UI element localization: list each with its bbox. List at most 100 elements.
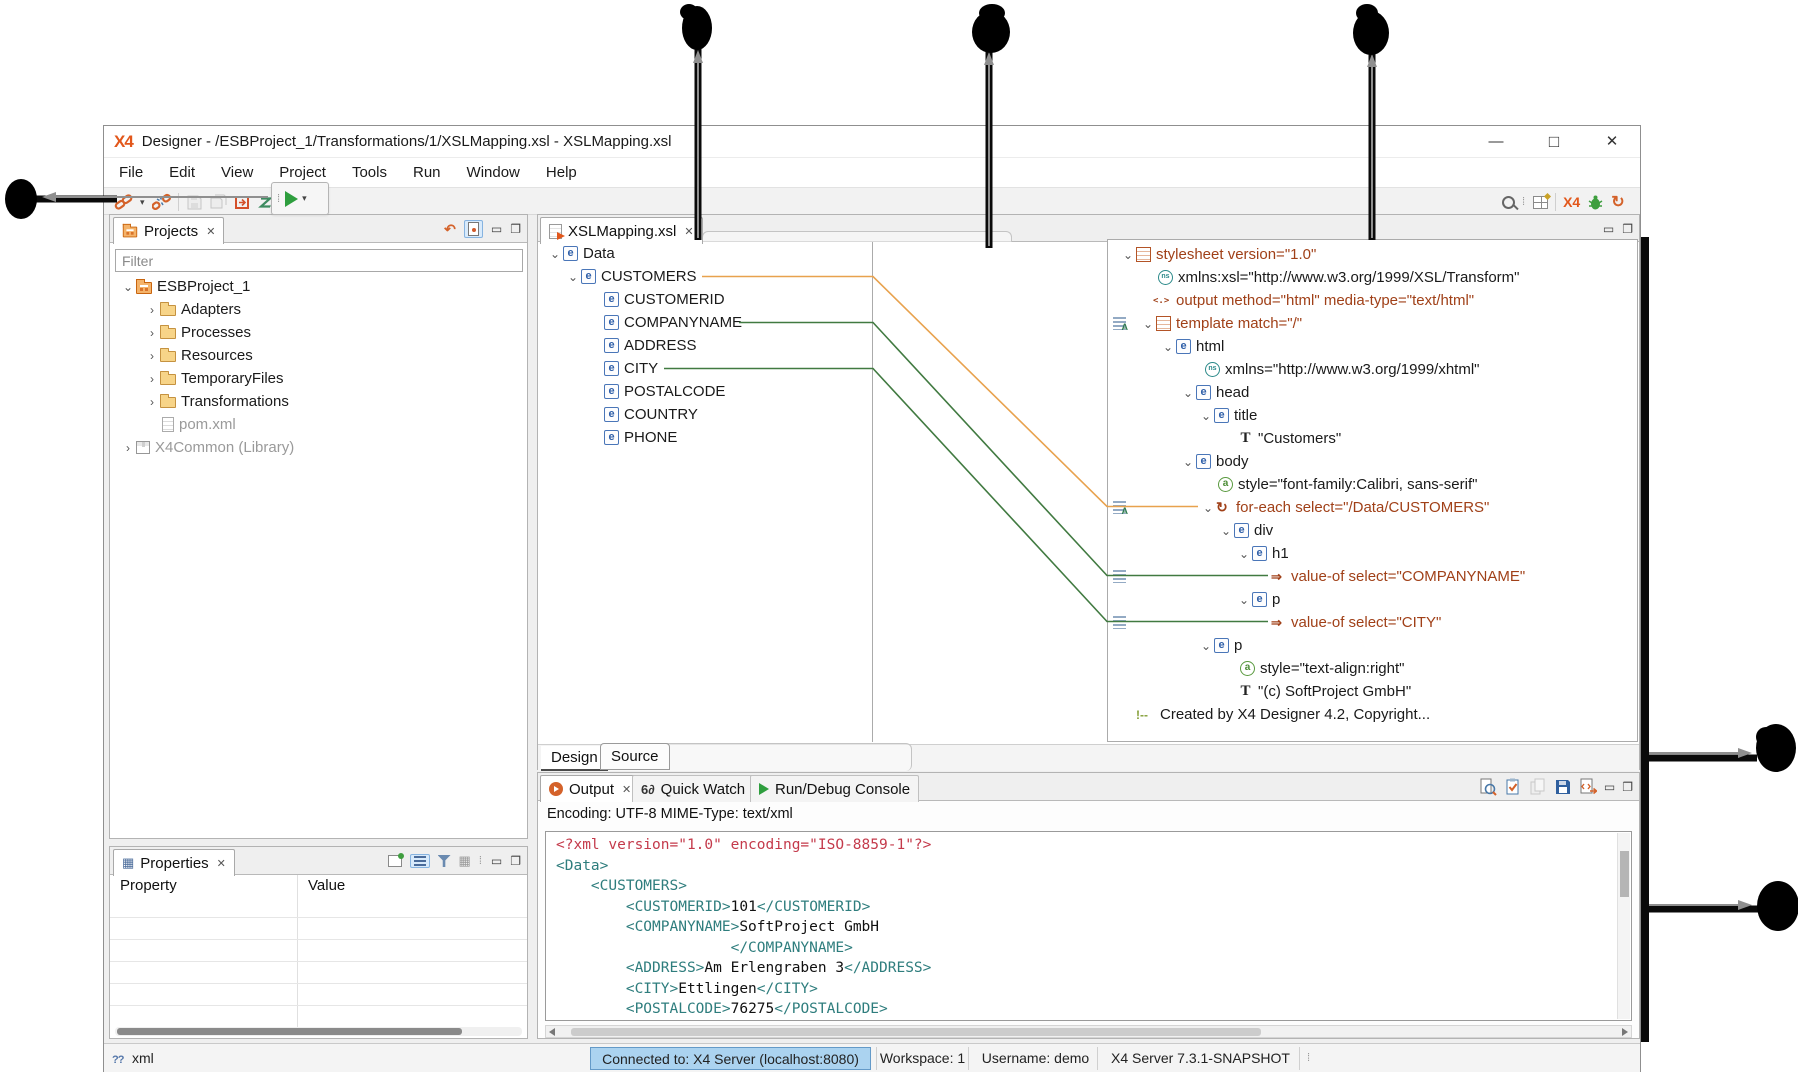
unlink-icon[interactable] [152, 193, 171, 211]
show-categories-icon[interactable]: ▦ [459, 853, 471, 869]
scrollbar-thumb[interactable] [1620, 851, 1629, 897]
h1-node[interactable]: ⌄eh1 [1108, 542, 1637, 565]
close-tab-icon[interactable]: ✕ [206, 225, 215, 238]
copyright-text-node[interactable]: T"(c) SoftProject GmbH" [1108, 680, 1637, 703]
xmlns-node[interactable]: nsxmlns="http://www.w3.org/1999/xhtml" [1108, 358, 1637, 381]
chevron-down-icon[interactable]: ⌄ [1120, 250, 1136, 260]
tree-item-adapters[interactable]: ›Adapters [110, 298, 527, 321]
menu-help[interactable]: Help [533, 164, 590, 181]
text-node[interactable]: T"Customers" [1108, 427, 1637, 450]
phone-node[interactable]: ePHONE [540, 426, 872, 449]
tree-item-transformations[interactable]: ›Transformations [110, 390, 527, 413]
link-dropdown-icon[interactable]: ▾ [140, 197, 145, 208]
chevron-right-icon[interactable]: › [144, 328, 160, 338]
scrollbar-thumb[interactable] [571, 1028, 1261, 1036]
body-node[interactable]: ⌄ebody [1108, 450, 1637, 473]
title-node[interactable]: ⌄etitle [1108, 404, 1637, 427]
minimize-panel-icon[interactable]: ▭ [1604, 777, 1615, 797]
tab-output[interactable]: Output ✕ [540, 775, 640, 802]
minimize-panel-icon[interactable]: ▭ [491, 219, 502, 239]
deploy-icon[interactable] [234, 194, 251, 211]
country-node[interactable]: eCOUNTRY [540, 403, 872, 426]
tree-item-x4common[interactable]: ›X4Common (Library) [110, 436, 527, 459]
chevron-down-icon[interactable]: ⌄ [1180, 457, 1196, 467]
style-right-node[interactable]: astyle="text-align:right" [1108, 657, 1637, 680]
chevron-right-icon[interactable]: › [144, 305, 160, 315]
column-header-value[interactable]: Value [308, 877, 345, 894]
view-menu-icon[interactable]: ⁞ [479, 855, 483, 867]
output-xml-view[interactable]: <?xml version="1.0" encoding="ISO-8859-1… [545, 831, 1632, 1021]
tab-quick-watch[interactable]: 6∂ Quick Watch [632, 775, 754, 802]
scrollbar-thumb[interactable] [117, 1028, 462, 1035]
chevron-down-icon[interactable]: ⌄ [1218, 526, 1234, 536]
chevron-down-icon[interactable]: ⌄ [1236, 549, 1252, 559]
close-icon[interactable]: ✕ [1595, 126, 1629, 157]
div-node[interactable]: ⌄ediv [1108, 519, 1637, 542]
style-attr-node[interactable]: astyle="font-family:Calibri, sans-serif" [1108, 473, 1637, 496]
maximize-panel-icon[interactable]: ❐ [510, 219, 521, 239]
link-icon[interactable] [114, 193, 133, 211]
postalcode-node[interactable]: ePOSTALCODE [540, 380, 872, 403]
save-all-icon[interactable] [210, 194, 227, 211]
chevron-down-icon[interactable]: ⌄ [120, 282, 136, 292]
chevron-right-icon[interactable]: › [120, 443, 136, 453]
customers-node[interactable]: ⌄eCUSTOMERS [540, 265, 872, 288]
head-node[interactable]: ⌄ehead [1108, 381, 1637, 404]
chevron-down-icon[interactable]: ⌄ [1200, 503, 1216, 513]
chevron-down-icon[interactable]: ⌄ [1160, 342, 1176, 352]
value-of-city-node[interactable]: ⇒value-of select="CITY" [1108, 611, 1637, 634]
export-xml-icon[interactable] [1579, 778, 1597, 796]
menu-tools[interactable]: Tools [339, 164, 400, 181]
chevron-down-icon[interactable]: ⌄ [1180, 388, 1196, 398]
address-node[interactable]: eADDRESS [540, 334, 872, 357]
value-of-companyname-node[interactable]: ⇒value-of select="COMPANYNAME" [1108, 565, 1637, 588]
validate-icon[interactable] [1504, 778, 1522, 796]
chevron-down-icon[interactable]: ⌄ [1140, 319, 1156, 329]
find-in-output-icon[interactable] [1479, 778, 1497, 796]
vertical-scrollbar[interactable] [1617, 833, 1630, 1019]
maximize-icon[interactable]: □ [1537, 126, 1571, 157]
menu-run[interactable]: Run [400, 164, 454, 181]
comment-node[interactable]: !--Created by X4 Designer 4.2, Copyright… [1108, 703, 1637, 726]
search-icon[interactable] [1502, 196, 1515, 209]
refresh-icon[interactable]: ↻ [1611, 192, 1624, 212]
chevron-down-icon[interactable]: ⌄ [1198, 641, 1214, 651]
minimize-icon[interactable]: — [1479, 126, 1513, 157]
close-tab-icon[interactable]: ✕ [217, 857, 226, 870]
p-footer-node[interactable]: ⌄ep [1108, 634, 1637, 657]
for-each-node[interactable]: A⌄↻for-each select="/Data/CUSTOMERS" [1108, 496, 1637, 519]
open-perspective-icon[interactable] [1533, 196, 1548, 209]
pin-view-icon[interactable] [388, 855, 402, 867]
horizontal-scrollbar[interactable] [545, 1025, 1632, 1038]
tree-item-esbproject[interactable]: ⌄ESBProject_1 [110, 275, 527, 298]
menu-window[interactable]: Window [454, 164, 533, 181]
run-dropdown-icon[interactable]: ▾ [302, 193, 307, 204]
chevron-down-icon[interactable]: ⌄ [1198, 411, 1214, 421]
tab-run-debug-console[interactable]: Run/Debug Console [750, 775, 919, 802]
chevron-right-icon[interactable]: › [144, 351, 160, 361]
stylesheet-node[interactable]: ⌄stylesheet version="1.0" [1108, 243, 1637, 266]
show-tree-toggle[interactable] [410, 854, 430, 868]
xmlns-xsl-node[interactable]: nsxmlns:xsl="http://www.w3.org/1999/XSL/… [1108, 266, 1637, 289]
scroll-left-icon[interactable] [549, 1028, 555, 1036]
column-header-property[interactable]: Property [120, 877, 177, 894]
x4-perspective-button[interactable]: X4 [1563, 194, 1580, 210]
tab-projects[interactable]: Projects ✕ [113, 217, 224, 244]
scroll-right-icon[interactable] [1622, 1028, 1628, 1036]
tree-item-pom-xml[interactable]: pom.xml [110, 413, 527, 436]
horizontal-scrollbar[interactable] [115, 1027, 522, 1036]
tree-item-resources[interactable]: ›Resources [110, 344, 527, 367]
maximize-panel-icon[interactable]: ❐ [1622, 219, 1633, 239]
chevron-down-icon[interactable]: ⌄ [547, 249, 563, 259]
drag-handle-icon[interactable]: ⁞ [277, 193, 281, 205]
companyname-node[interactable]: eCOMPANYNAME [540, 311, 872, 334]
link-with-editor-icon[interactable]: ↶ [444, 222, 456, 236]
filter-input[interactable] [115, 249, 523, 272]
chevron-right-icon[interactable]: › [144, 374, 160, 384]
maximize-panel-icon[interactable]: ❐ [510, 851, 521, 871]
data-node[interactable]: ⌄eData [540, 242, 872, 265]
tree-item-processes[interactable]: ›Processes [110, 321, 527, 344]
close-tab-icon[interactable]: ✕ [622, 783, 631, 796]
tab-properties[interactable]: ▦ Properties ✕ [113, 849, 235, 876]
close-tab-icon[interactable]: ✕ [684, 225, 693, 238]
